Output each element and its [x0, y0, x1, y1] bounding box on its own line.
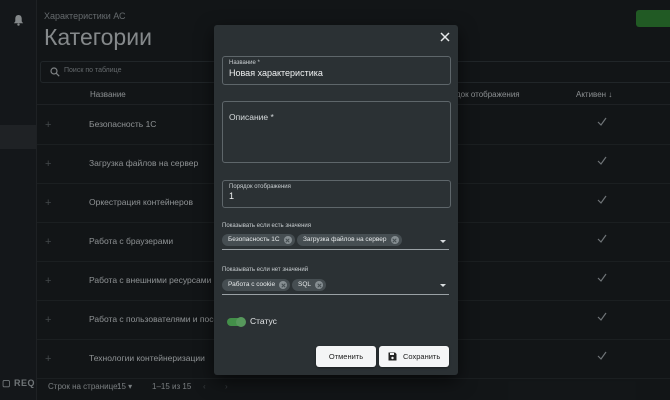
- description-field[interactable]: Описание *: [222, 101, 451, 163]
- name-label: Название *: [229, 60, 260, 66]
- chip-label: Работа с cookie: [228, 281, 276, 288]
- chip-remove-icon[interactable]: [283, 236, 292, 244]
- value-chip[interactable]: Загрузка файлов на сервер: [297, 234, 402, 246]
- save-icon: [388, 352, 397, 361]
- show-if-has-label: Показывать если есть значения: [222, 223, 311, 229]
- value-chip[interactable]: SQL: [292, 279, 327, 291]
- cancel-button[interactable]: Отменить: [316, 346, 376, 367]
- show-if-has-underline: [222, 249, 449, 250]
- description-label: Описание *: [229, 112, 274, 122]
- chip-remove-icon[interactable]: [315, 281, 324, 289]
- name-field[interactable]: Название * Новая характеристика: [222, 56, 451, 85]
- show-if-not-underline: [222, 294, 449, 295]
- chip-label: Безопасность 1С: [228, 236, 280, 243]
- save-label: Сохранить: [403, 352, 441, 361]
- chip-label: SQL: [298, 281, 312, 288]
- order-value: 1: [229, 191, 235, 201]
- status-toggle-knob[interactable]: [236, 317, 246, 327]
- value-chip[interactable]: Работа с cookie: [222, 279, 291, 291]
- status-label: Статус: [250, 316, 277, 326]
- name-value: Новая характеристика: [229, 68, 323, 78]
- chip-label: Загрузка файлов на сервер: [303, 236, 387, 243]
- order-label: Порядок отображения: [229, 184, 291, 190]
- show-if-has-dropdown-icon[interactable]: [440, 240, 446, 243]
- order-field[interactable]: Порядок отображения 1: [222, 180, 451, 208]
- show-if-not-dropdown-icon[interactable]: [440, 284, 446, 287]
- close-icon[interactable]: [440, 32, 450, 42]
- chip-remove-icon[interactable]: [279, 281, 288, 289]
- save-button[interactable]: Сохранить: [379, 346, 449, 367]
- create-characteristic-dialog: Название * Новая характеристика Описание…: [214, 25, 458, 375]
- show-if-not-label: Показывать если нет значений: [222, 267, 309, 273]
- chip-remove-icon[interactable]: [390, 236, 399, 244]
- value-chip[interactable]: Безопасность 1С: [222, 234, 295, 246]
- status-toggle[interactable]: [227, 317, 246, 327]
